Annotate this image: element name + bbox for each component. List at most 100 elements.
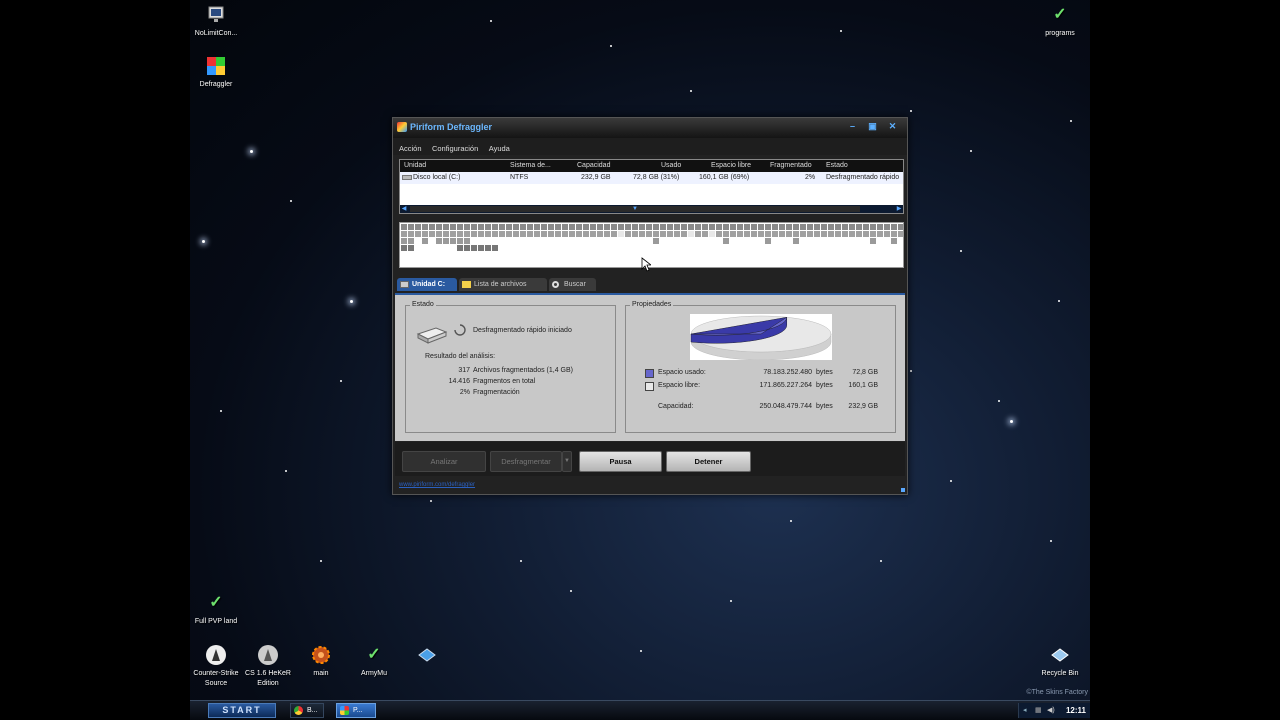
- menu-configuracion[interactable]: Configuración: [432, 140, 478, 157]
- close-button[interactable]: ✕: [884, 120, 901, 132]
- star: [840, 30, 842, 32]
- column-header-espacio-libre[interactable]: Espacio libre: [711, 160, 751, 172]
- disk-block: [639, 245, 645, 251]
- disk-block: [541, 245, 547, 251]
- title-bar[interactable]: Piriform Defraggler – ▣ ✕: [393, 118, 907, 138]
- pausa-button[interactable]: Pausa: [579, 451, 662, 472]
- disk-block: [653, 238, 659, 244]
- disk-block: [464, 238, 470, 244]
- clock[interactable]: 12:11: [1066, 703, 1086, 718]
- chevron-down-icon: ▼: [564, 458, 570, 464]
- scroll-left-icon[interactable]: ◀: [400, 205, 408, 213]
- taskbar-button-browser[interactable]: B...: [290, 703, 324, 718]
- table-row[interactable]: Disco local (C:) NTFS 232,9 GB 72,8 GB (…: [400, 172, 903, 184]
- drive-list[interactable]: Unidad Sistema de... Capacidad Usado Esp…: [399, 159, 904, 214]
- desktop-icon-nolimit[interactable]: NoLimitCon...: [190, 4, 248, 39]
- desktop-icon-defraggler[interactable]: Defraggler: [190, 55, 248, 90]
- drive-block-map: [399, 222, 904, 268]
- tab-buscar[interactable]: Buscar: [549, 278, 596, 291]
- tab-lista-archivos[interactable]: Lista de archivos: [459, 278, 547, 291]
- column-header-usado[interactable]: Usado: [661, 160, 681, 172]
- disk-block: [611, 238, 617, 244]
- disk-block: [471, 238, 477, 244]
- disk-block: [408, 245, 414, 251]
- menu-bar: Acción Configuración Ayuda: [393, 138, 907, 155]
- disk-block: [478, 231, 484, 237]
- status-link[interactable]: www.piriform.com/defraggler: [399, 482, 475, 488]
- desktop-icon-programs[interactable]: ✓ programs: [1028, 4, 1090, 39]
- disk-block: [772, 231, 778, 237]
- disk-block: [709, 224, 715, 230]
- menu-ayuda[interactable]: Ayuda: [489, 140, 510, 157]
- drive-used: 72,8 GB (31%): [633, 174, 680, 181]
- disk-block: [450, 245, 456, 251]
- drive-list-header: Unidad Sistema de... Capacidad Usado Esp…: [400, 160, 903, 172]
- disk-block: [751, 224, 757, 230]
- star: [730, 600, 732, 602]
- star: [202, 240, 205, 243]
- disk-block: [611, 245, 617, 251]
- disk-block: [884, 238, 890, 244]
- disk-block: [709, 238, 715, 244]
- column-header-unidad[interactable]: Unidad: [404, 160, 426, 172]
- star: [950, 480, 952, 482]
- tab-unidad[interactable]: Unidad C:: [397, 278, 457, 291]
- disk-block: [863, 238, 869, 244]
- star: [970, 150, 972, 152]
- disk-block: [506, 238, 512, 244]
- disk-block: [492, 231, 498, 237]
- resize-grip[interactable]: [901, 488, 905, 492]
- monitor-icon: [208, 6, 224, 22]
- column-header-estado[interactable]: Estado: [826, 160, 848, 172]
- disk-block: [856, 224, 862, 230]
- disk-block: [667, 224, 673, 230]
- recycle-bin-icon: [1051, 648, 1069, 662]
- disk-block: [534, 245, 540, 251]
- start-button[interactable]: START: [208, 703, 276, 718]
- disk-block: [779, 224, 785, 230]
- disk-block: [835, 238, 841, 244]
- horizontal-scrollbar[interactable]: ◀ ▼ ▶: [400, 205, 903, 213]
- desktop-icon-fullpvp[interactable]: ✓ Full PVP land: [190, 592, 248, 627]
- disk-block: [821, 238, 827, 244]
- tray-expand-icon[interactable]: ◂: [1023, 706, 1027, 714]
- disk-block: [870, 224, 876, 230]
- volume-icon[interactable]: ◀): [1047, 706, 1055, 714]
- disk-block: [737, 231, 743, 237]
- detener-button[interactable]: Detener: [666, 451, 751, 472]
- disk-block: [625, 224, 631, 230]
- desktop-icon-label: CS 1.6 HeKeR Edition: [245, 670, 291, 687]
- disk-block: [576, 245, 582, 251]
- disk-block: [646, 245, 652, 251]
- disk-block: [730, 231, 736, 237]
- star: [1058, 300, 1060, 302]
- disk-block: [625, 231, 631, 237]
- desktop-icon-recycle-bin[interactable]: Recycle Bin: [1028, 644, 1090, 679]
- network-icon[interactable]: ▦: [1035, 706, 1042, 714]
- disk-block: [471, 245, 477, 251]
- disk-block: [443, 224, 449, 230]
- disk-block: [576, 238, 582, 244]
- maximize-button[interactable]: ▣: [864, 120, 881, 132]
- desfragmentar-button[interactable]: Desfragmentar: [490, 451, 562, 472]
- column-header-fragmentado[interactable]: Fragmentado: [770, 160, 812, 172]
- menu-accion[interactable]: Acción: [399, 140, 422, 157]
- chrome-icon: [294, 706, 303, 715]
- estado-legend: Estado: [410, 300, 436, 310]
- scroll-right-icon[interactable]: ▶: [895, 205, 903, 213]
- desfragmentar-dropdown[interactable]: ▼: [562, 451, 572, 472]
- disk-block: [730, 238, 736, 244]
- analizar-button[interactable]: Analizar: [402, 451, 486, 472]
- column-header-capacidad[interactable]: Capacidad: [577, 160, 610, 172]
- taskbar-button-defraggler[interactable]: P...: [336, 703, 376, 718]
- desktop-icon-unnamed[interactable]: [395, 644, 459, 669]
- minimize-button[interactable]: –: [844, 120, 861, 132]
- disk-block: [800, 224, 806, 230]
- disk-block: [485, 231, 491, 237]
- disk-block: [688, 245, 694, 251]
- disk-block: [821, 224, 827, 230]
- disk-block: [891, 245, 897, 251]
- column-header-sistema[interactable]: Sistema de...: [510, 160, 551, 172]
- disk-block: [891, 231, 897, 237]
- disk-block: [751, 231, 757, 237]
